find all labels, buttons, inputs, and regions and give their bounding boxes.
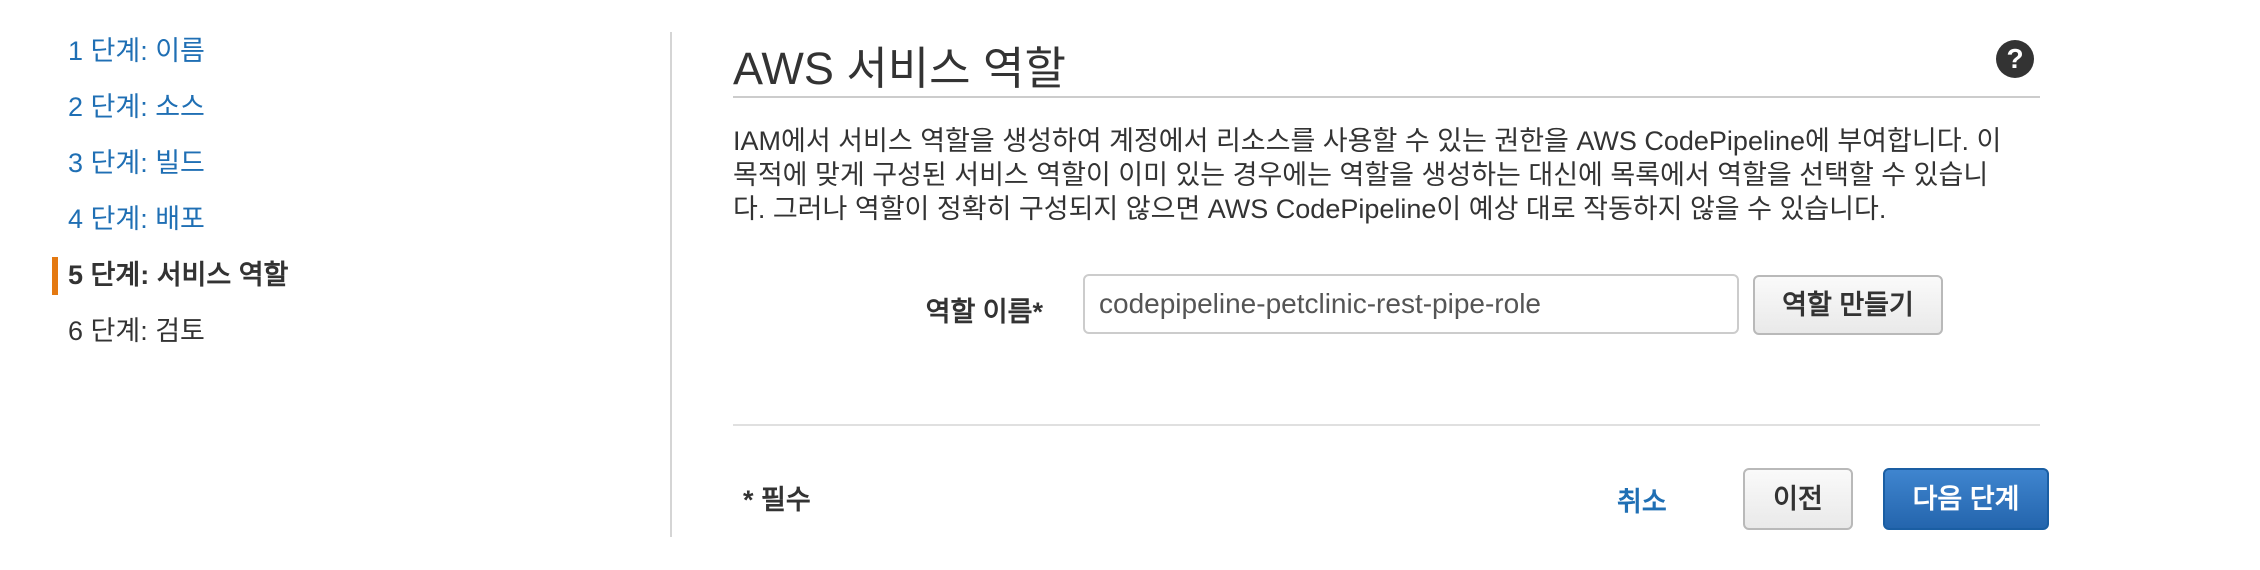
required-note: * 필수	[743, 485, 811, 515]
sidebar-divider	[670, 32, 672, 537]
previous-button[interactable]: 이전	[1743, 468, 1853, 530]
cancel-link[interactable]: 취소	[1617, 480, 1667, 519]
step-2-source[interactable]: 2 단계: 소스	[52, 84, 612, 140]
create-role-button[interactable]: 역할 만들기	[1753, 275, 1943, 335]
description-line: 다. 그러나 역할이 정확히 구성되지 않으면 AWS CodePipeline…	[733, 194, 1887, 224]
role-name-row: 역할 이름* 역할 만들기	[733, 274, 2040, 338]
step-3-build[interactable]: 3 단계: 빌드	[52, 140, 612, 196]
help-icon[interactable]: ?	[1996, 40, 2034, 78]
description-line: 목적에 맞게 구성된 서비스 역할이 이미 있는 경우에는 역할을 생성하는 대…	[733, 160, 1989, 190]
wizard-steps-nav: 1 단계: 이름 2 단계: 소스 3 단계: 빌드 4 단계: 배포 5 단계…	[52, 28, 612, 364]
title-row: AWS 서비스 역할 ?	[733, 20, 2040, 98]
step-5-service-role: 5 단계: 서비스 역할	[52, 252, 612, 308]
step-6-review: 6 단계: 검토	[68, 316, 205, 346]
next-step-button[interactable]: 다음 단계	[1883, 468, 2049, 530]
step-1-name[interactable]: 1 단계: 이름	[52, 28, 612, 84]
description: IAM에서 서비스 역할을 생성하여 계정에서 리소스를 사용할 수 있는 권한…	[733, 124, 2023, 226]
description-line: IAM에서 서비스 역할을 생성하여 계정에서 리소스를 사용할 수 있는 권한…	[733, 126, 2002, 156]
footer-divider	[733, 424, 2040, 426]
main-panel: AWS 서비스 역할 ? IAM에서 서비스 역할을 생성하여 계정에서 리소스…	[733, 20, 2049, 530]
role-name-input[interactable]	[1083, 274, 1739, 334]
page-title: AWS 서비스 역할	[733, 43, 1066, 94]
role-name-label: 역할 이름*	[925, 297, 1043, 327]
step-4-deploy[interactable]: 4 단계: 배포	[52, 196, 612, 252]
